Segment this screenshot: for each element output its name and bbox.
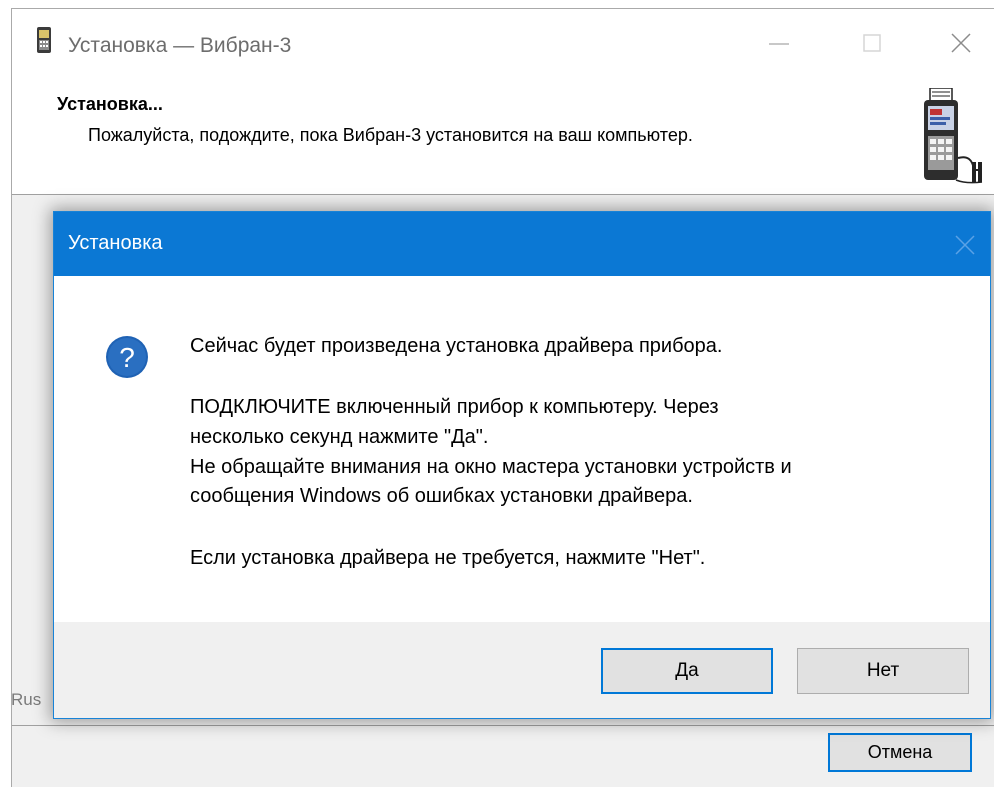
close-icon[interactable] <box>941 24 981 62</box>
window-title: Установка — Вибран-3 <box>68 34 292 57</box>
header-subtitle: Пожалуйста, подождите, пока Вибран-3 уст… <box>88 125 693 145</box>
device-icon <box>37 27 51 53</box>
minimize-icon[interactable] <box>759 24 799 62</box>
language-label: Rus <box>11 690 42 709</box>
yes-button[interactable]: Да <box>601 648 773 694</box>
window-titlebar[interactable]: Установка — Вибран-3 <box>12 9 994 80</box>
dialog-message-line: несколько секунд нажмите "Да". <box>190 426 489 448</box>
dialog-message-line: Сейчас будет произведена установка драйв… <box>190 335 723 357</box>
header-title: Установка... <box>57 94 163 114</box>
svg-text:?: ? <box>119 342 135 373</box>
dialog-message-line: сообщения Windows об ошибках установки д… <box>190 485 693 507</box>
dialog-close-icon[interactable] <box>950 230 980 260</box>
cancel-button[interactable]: Отмена <box>828 733 972 772</box>
installer-header: Установка... Пожалуйста, подождите, пока… <box>12 80 994 195</box>
dialog-message-line: ПОДКЛЮЧИТЕ включенный прибор к компьютер… <box>190 396 719 418</box>
dialog-button-bar: Да Нет <box>54 622 990 718</box>
maximize-icon[interactable] <box>852 24 892 62</box>
dialog-message-line: Не обращайте внимания на окно мастера ус… <box>190 456 792 478</box>
dialog-content: ? Сейчас будет произведена установка дра… <box>54 276 990 622</box>
footer-divider <box>12 725 994 726</box>
install-driver-dialog: Установка ? Сейчас будет произведена уст… <box>53 211 991 719</box>
vibran-device-image <box>924 88 983 184</box>
question-icon: ? <box>106 336 148 378</box>
no-button[interactable]: Нет <box>797 648 969 694</box>
dialog-message-line: Если установка драйвера не требуется, на… <box>190 547 706 569</box>
dialog-title: Установка <box>68 232 163 254</box>
dialog-titlebar[interactable]: Установка <box>54 212 990 276</box>
screen: Установка — Вибран-3 Установка... Пожалу… <box>0 0 994 787</box>
